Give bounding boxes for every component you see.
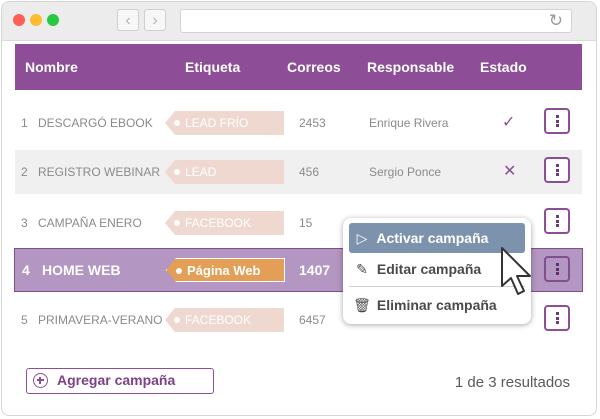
- row-number: 2: [21, 165, 28, 179]
- header-estado: Estado: [480, 59, 527, 75]
- tag-label: Página Web: [166, 258, 285, 282]
- table-header: Nombre Etiqueta Correos Responsable Esta…: [15, 44, 582, 90]
- kebab-icon: [556, 115, 559, 127]
- header-correos: Correos: [287, 59, 341, 75]
- menu-item-label: Eliminar campaña: [376, 297, 497, 313]
- menu-item-label: Activar campaña: [376, 230, 489, 246]
- tag-hole-icon: [174, 220, 180, 226]
- forward-button[interactable]: ›: [144, 9, 166, 31]
- email-count: 2453: [299, 116, 326, 130]
- header-etiqueta: Etiqueta: [185, 59, 241, 75]
- campaign-name: DESCARGÓ EBOOK: [38, 116, 153, 130]
- row-actions-button[interactable]: [544, 157, 570, 183]
- campaign-name: PRIMAVERA-VERANO: [38, 313, 163, 327]
- back-button[interactable]: ‹: [117, 9, 139, 31]
- owner-name: Enrique Rivera: [369, 116, 449, 130]
- minimize-window-icon[interactable]: [30, 14, 42, 26]
- email-count: 1407: [299, 262, 331, 278]
- add-campaign-label: Agregar campaña: [57, 372, 176, 388]
- row-number: 3: [21, 216, 28, 230]
- menu-item-eliminar[interactable]: 🗑 Eliminar campaña: [349, 290, 525, 320]
- edit-icon: ✎: [356, 261, 368, 277]
- tag-text: FACEBOOK: [185, 216, 252, 230]
- tag-hole-icon: [176, 268, 182, 274]
- row-actions-button[interactable]: [544, 208, 570, 234]
- row-actions-button[interactable]: [544, 108, 570, 134]
- email-count: 456: [299, 165, 320, 179]
- kebab-icon: [556, 312, 559, 324]
- tag-text: Página Web: [187, 263, 261, 278]
- menu-item-editar[interactable]: ✎ Editar campaña: [349, 254, 525, 284]
- kebab-icon: [556, 164, 559, 176]
- email-count: 15: [299, 216, 313, 230]
- row-actions-button[interactable]: [544, 256, 570, 282]
- row-number: 4: [22, 262, 30, 278]
- campaign-name: CAMPAÑA ENERO: [38, 216, 142, 230]
- header-responsable: Responsable: [367, 59, 455, 75]
- check-icon: ✓: [502, 114, 516, 131]
- tag-label: LEAD FRÍO: [165, 111, 284, 135]
- tag-hole-icon: [174, 317, 180, 323]
- mouse-pointer-icon: [501, 247, 531, 295]
- email-count: 6457: [299, 313, 326, 327]
- tag-hole-icon: [174, 169, 180, 175]
- address-bar[interactable]: ↻: [180, 9, 572, 33]
- menu-item-activar[interactable]: ▷ Activar campaña: [349, 223, 525, 253]
- table-row[interactable]: 2 REGISTRO WEBINAR LEAD TEMPLADO 456 Ser…: [15, 150, 582, 194]
- browser-titlebar: ‹ › ↻: [2, 2, 596, 41]
- close-window-icon[interactable]: [13, 14, 25, 26]
- maximize-window-icon[interactable]: [47, 14, 59, 26]
- menu-separator: [349, 286, 525, 287]
- kebab-icon: [556, 215, 559, 227]
- plus-circle-icon: [33, 373, 48, 388]
- cross-icon: ✕: [503, 163, 517, 180]
- owner-name: Sergio Ponce: [369, 165, 442, 179]
- campaign-name: REGISTRO WEBINAR: [38, 165, 161, 179]
- tag-hole-icon: [174, 120, 180, 126]
- tag-label: FACEBOOK: [165, 308, 284, 332]
- campaign-name: HOME WEB: [42, 262, 121, 278]
- tag-text: LEAD FRÍO: [185, 116, 249, 130]
- row-number: 1: [21, 116, 28, 130]
- pagination-status: 1 de 3 resultados: [454, 374, 570, 391]
- tag-text: FACEBOOK: [185, 313, 252, 327]
- row-actions-button[interactable]: [544, 305, 570, 331]
- table-row[interactable]: 1 DESCARGÓ EBOOK LEAD FRÍO 2453 Enrique …: [15, 101, 582, 145]
- tag-label: FACEBOOK: [165, 211, 284, 235]
- row-number: 5: [21, 313, 28, 327]
- kebab-icon: [556, 263, 559, 275]
- tag-label: LEAD TEMPLADO: [165, 160, 284, 184]
- trash-icon: 🗑: [353, 297, 371, 313]
- menu-item-label: Editar campaña: [376, 261, 482, 277]
- play-icon: ▷: [356, 230, 368, 246]
- header-nombre: Nombre: [25, 59, 78, 75]
- add-campaign-button[interactable]: Agregar campaña: [26, 368, 214, 394]
- reload-icon[interactable]: ↻: [549, 11, 563, 31]
